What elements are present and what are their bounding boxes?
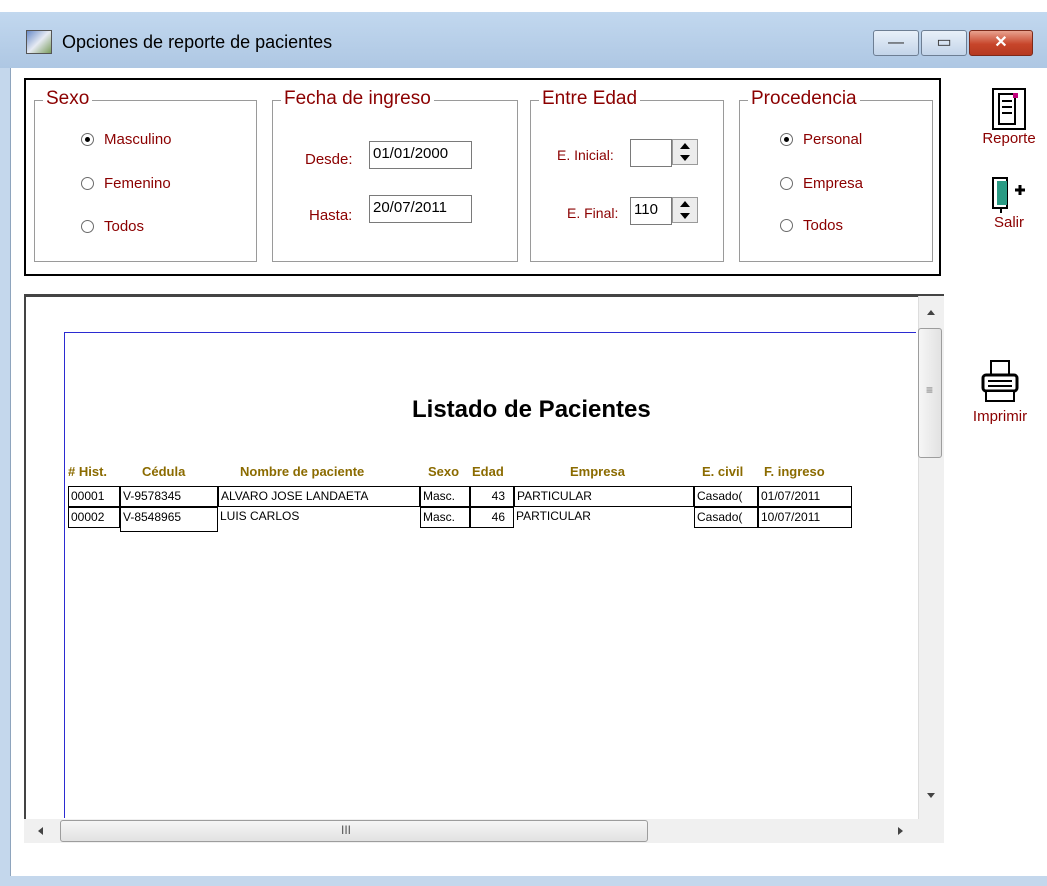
- vertical-scroll-thumb[interactable]: ≡: [918, 328, 942, 458]
- table-cell: V-9578345: [120, 486, 218, 507]
- radio-label: Personal: [803, 131, 863, 148]
- table-cell: Casado(: [694, 507, 758, 528]
- procedencia-group: Procedencia Personal Empresa Todos: [739, 88, 933, 262]
- table-cell: PARTICULAR: [514, 486, 694, 507]
- salir-label: Salir: [993, 214, 1024, 231]
- salir-button[interactable]: Salir: [982, 176, 1036, 231]
- column-header: Sexo: [428, 464, 460, 479]
- grip-icon: III: [341, 823, 352, 837]
- column-header: Nombre de paciente: [240, 464, 365, 479]
- table-cell: Masc.: [420, 507, 470, 528]
- final-field[interactable]: 110: [630, 197, 672, 225]
- radio-label: Femenino: [104, 175, 171, 192]
- column-header: # Hist.: [68, 464, 108, 479]
- spin-up-icon: [680, 201, 690, 207]
- radio-sexo-todos[interactable]: Todos: [81, 218, 144, 235]
- column-header: Empresa: [570, 464, 625, 479]
- imprimir-button[interactable]: Imprimir: [958, 358, 1042, 425]
- table-cell: Masc.: [420, 486, 470, 507]
- report-title: Listado de Pacientes: [412, 396, 651, 423]
- table-cell: 00001: [68, 486, 120, 507]
- minimize-button[interactable]: —: [873, 30, 919, 56]
- grip-icon: ≡: [926, 383, 934, 397]
- exit-door-icon: [992, 177, 1025, 213]
- procedencia-legend: Procedencia: [748, 88, 860, 110]
- radio-label: Todos: [803, 217, 844, 234]
- window-bottom-border: [10, 876, 1047, 886]
- table-cell: 00002: [68, 507, 120, 528]
- column-header: E. civil: [702, 464, 744, 479]
- reporte-button[interactable]: Reporte: [975, 88, 1043, 147]
- inicial-field[interactable]: [630, 139, 672, 167]
- table-cell: 43: [470, 486, 514, 507]
- final-spinner[interactable]: [672, 197, 698, 223]
- hasta-field[interactable]: 20/07/2011: [369, 195, 472, 223]
- table-cell: LUIS CARLOS: [218, 507, 420, 528]
- fecha-legend: Fecha de ingreso: [281, 88, 434, 110]
- radio-selected-icon: [780, 132, 793, 146]
- radio-label: Masculino: [104, 131, 172, 148]
- table-cell: Casado(: [694, 486, 758, 507]
- edad-group: Entre Edad E. Inicial: E. Final: 110: [530, 88, 724, 262]
- maximize-button[interactable]: ▭: [921, 30, 967, 56]
- maximize-icon: ▭: [936, 34, 952, 51]
- sexo-legend: Sexo: [43, 88, 93, 110]
- table-cell: V-8548965: [120, 507, 218, 532]
- radio-label: Empresa: [803, 175, 864, 192]
- radio-procedencia-personal[interactable]: Personal: [780, 131, 862, 148]
- desde-field[interactable]: 01/01/2000: [369, 141, 472, 169]
- table-cell: ALVARO JOSE LANDAETA: [218, 486, 420, 507]
- report-document-icon: [992, 88, 1026, 130]
- table-cell: PARTICULAR: [514, 507, 694, 528]
- desde-label: Desde:: [305, 151, 353, 168]
- table-cell: 46: [470, 507, 514, 528]
- radio-selected-icon: [81, 132, 94, 146]
- edad-legend: Entre Edad: [539, 88, 641, 110]
- final-label: E. Final:: [567, 205, 619, 221]
- radio-unselected-icon: [780, 218, 793, 232]
- imprimir-label: Imprimir: [972, 408, 1028, 425]
- spin-down-icon: [680, 213, 690, 219]
- table-cell: 01/07/2011: [758, 486, 852, 507]
- scroll-right-arrow-icon[interactable]: [897, 826, 905, 836]
- window-title: Opciones de reporte de pacientes: [62, 32, 333, 52]
- inicial-label: E. Inicial:: [557, 147, 614, 163]
- scroll-down-arrow-icon[interactable]: [926, 792, 936, 800]
- sexo-group: Sexo Masculino Femenino Todos: [34, 88, 257, 262]
- scroll-up-arrow-icon[interactable]: [926, 308, 936, 316]
- radio-procedencia-empresa[interactable]: Empresa: [780, 175, 863, 192]
- fecha-group: Fecha de ingreso Desde: 01/01/2000 Hasta…: [272, 88, 518, 262]
- inicial-spinner[interactable]: [672, 139, 698, 165]
- close-button[interactable]: ✕: [969, 30, 1033, 56]
- radio-unselected-icon: [81, 176, 94, 190]
- scroll-left-arrow-icon[interactable]: [36, 826, 44, 836]
- radio-label: Todos: [104, 218, 145, 235]
- spin-up-icon: [680, 143, 690, 149]
- spin-down-icon: [680, 155, 690, 161]
- radio-unselected-icon: [81, 219, 94, 233]
- column-header: Edad: [472, 464, 504, 479]
- printer-icon: [981, 360, 1019, 402]
- close-icon: ✕: [994, 34, 1008, 51]
- app-window-icon: [26, 30, 52, 54]
- column-header: Cédula: [142, 464, 186, 479]
- radio-sexo-femenino[interactable]: Femenino: [81, 175, 171, 192]
- minimize-icon: —: [888, 34, 904, 51]
- table-cell: 10/07/2011: [758, 507, 852, 528]
- column-header: F. ingreso: [764, 464, 825, 479]
- radio-sexo-masculino[interactable]: Masculino: [81, 131, 172, 148]
- reporte-label: Reporte: [982, 130, 1036, 147]
- radio-procedencia-todos[interactable]: Todos: [780, 217, 843, 234]
- hasta-label: Hasta:: [309, 207, 353, 224]
- radio-unselected-icon: [780, 176, 793, 190]
- horizontal-scroll-thumb[interactable]: III: [60, 820, 648, 842]
